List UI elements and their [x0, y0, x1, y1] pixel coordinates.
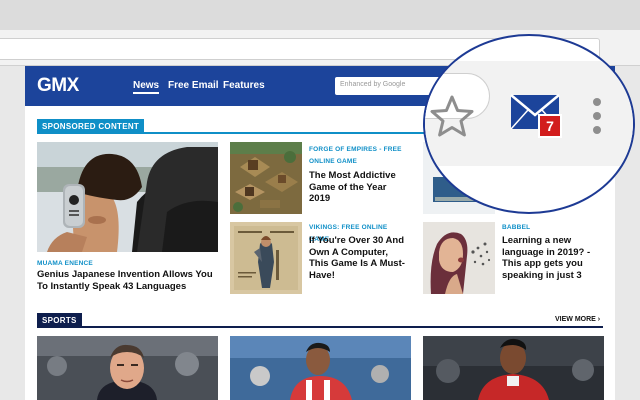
nav-features[interactable]: Features [223, 80, 265, 91]
view-more-link[interactable]: VIEW MORE › [555, 316, 600, 323]
sponsored-image-translator[interactable] [37, 142, 218, 252]
sponsored-category-4: BABBEL [502, 224, 531, 231]
sponsored-category-2: FORGE OF EMPIRES - FREE ONLINE GAME [309, 146, 402, 165]
chevron-right-icon: › [597, 316, 601, 323]
sports-divider [37, 326, 603, 328]
nav-free-email[interactable]: Free Email [168, 80, 219, 91]
sponsored-headline-1[interactable]: Genius Japanese Invention Allows You To … [37, 269, 218, 292]
browser-tab-strip [0, 0, 640, 30]
sponsored-image-forge[interactable] [230, 142, 302, 214]
unread-count-badge: 7 [538, 114, 562, 138]
star-icon[interactable] [429, 94, 475, 143]
sponsored-image-vikings[interactable] [230, 222, 302, 294]
toolbar-magnifier: 7 [423, 34, 635, 214]
view-more-label: VIEW MORE [555, 316, 596, 323]
gmx-logo[interactable]: GMX [37, 75, 79, 97]
sponsored-headline-4[interactable]: Learning a new language in 2019? - This … [502, 235, 612, 281]
sports-image-3[interactable] [423, 336, 604, 400]
sports-image-1[interactable] [37, 336, 218, 400]
sports-image-2[interactable] [230, 336, 411, 400]
sponsored-divider [37, 132, 437, 134]
sponsored-headline-3[interactable]: If You're Over 30 And Own A Computer, Th… [309, 235, 409, 281]
sponsored-headline-2[interactable]: The Most Addictive Game of the Year 2019 [309, 170, 409, 205]
nav-news[interactable]: News [133, 80, 160, 94]
sponsored-image-babbel[interactable] [423, 222, 495, 294]
more-vert-icon[interactable] [592, 97, 602, 142]
